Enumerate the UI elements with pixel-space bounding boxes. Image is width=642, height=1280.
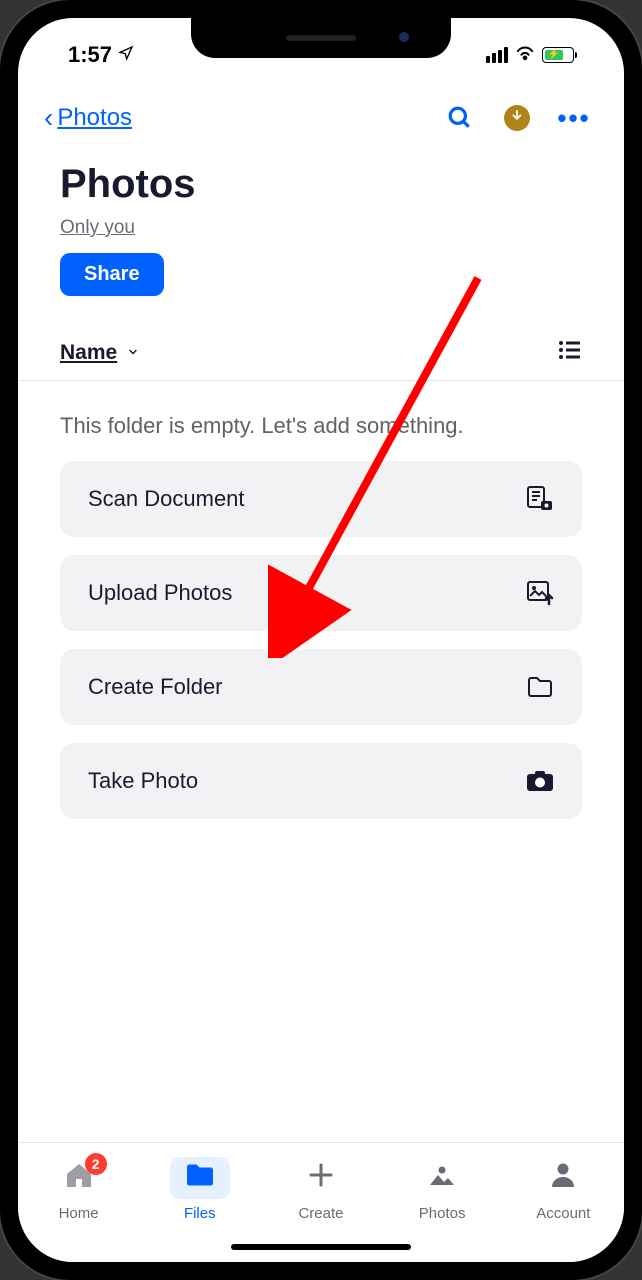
more-options-button[interactable]: ••• — [560, 104, 588, 132]
tab-label: Photos — [419, 1205, 466, 1222]
notch — [191, 18, 451, 58]
wifi-icon — [514, 43, 536, 67]
image-icon — [428, 1162, 456, 1194]
sort-row: Name — [18, 316, 624, 381]
search-button[interactable] — [446, 104, 474, 132]
share-button[interactable]: Share — [60, 253, 164, 296]
status-time: 1:57 — [68, 42, 112, 68]
chevron-left-icon: ‹ — [44, 102, 53, 134]
page-header: Photos Only you Share — [18, 154, 624, 316]
back-button[interactable]: ‹ Photos — [44, 102, 132, 134]
sharing-info[interactable]: Only you — [60, 217, 135, 239]
action-label: Create Folder — [88, 674, 223, 700]
upgrade-button[interactable] — [504, 105, 530, 131]
page-title: Photos — [60, 162, 582, 207]
tab-label: Home — [59, 1205, 99, 1222]
scan-document-icon — [526, 485, 554, 513]
cellular-signal-icon — [486, 47, 508, 63]
list-view-icon — [558, 340, 582, 360]
tab-home[interactable]: Home 2 — [29, 1157, 129, 1222]
view-toggle-button[interactable] — [558, 340, 582, 366]
action-label: Scan Document — [88, 486, 245, 512]
action-list: Scan Document Upload Photos Create Folde… — [18, 461, 624, 819]
tab-label: Account — [536, 1205, 590, 1222]
tab-label: Files — [184, 1205, 216, 1222]
folder-icon — [526, 673, 554, 701]
person-icon — [550, 1161, 576, 1196]
search-icon — [447, 105, 473, 131]
notification-badge: 2 — [85, 1153, 107, 1175]
action-label: Upload Photos — [88, 580, 232, 606]
screen: 1:57 ⚡ ‹ Photos — [18, 18, 624, 1262]
battery-icon: ⚡ — [542, 47, 574, 63]
camera-icon — [526, 767, 554, 795]
tab-label: Create — [298, 1205, 343, 1222]
empty-state-message: This folder is empty. Let's add somethin… — [18, 381, 624, 461]
tab-create[interactable]: Create — [271, 1157, 371, 1222]
scan-document-button[interactable]: Scan Document — [60, 461, 582, 537]
upload-photos-button[interactable]: Upload Photos — [60, 555, 582, 631]
location-arrow-icon — [118, 45, 134, 66]
upload-photo-icon — [526, 579, 554, 607]
action-label: Take Photo — [88, 768, 198, 794]
download-arrow-icon — [510, 109, 524, 128]
sort-dropdown[interactable]: Name — [60, 341, 141, 365]
folder-filled-icon — [185, 1162, 215, 1195]
chevron-down-icon — [125, 345, 141, 361]
back-label: Photos — [57, 104, 132, 132]
tab-photos[interactable]: Photos — [392, 1157, 492, 1222]
sort-label-text: Name — [60, 341, 117, 365]
plus-icon — [307, 1161, 335, 1196]
phone-frame: 1:57 ⚡ ‹ Photos — [0, 0, 642, 1280]
tab-account[interactable]: Account — [513, 1157, 613, 1222]
home-indicator[interactable] — [231, 1244, 411, 1250]
more-dots-icon: ••• — [557, 103, 590, 134]
tab-files[interactable]: Files — [150, 1157, 250, 1222]
take-photo-button[interactable]: Take Photo — [60, 743, 582, 819]
top-nav: ‹ Photos ••• — [18, 74, 624, 154]
create-folder-button[interactable]: Create Folder — [60, 649, 582, 725]
